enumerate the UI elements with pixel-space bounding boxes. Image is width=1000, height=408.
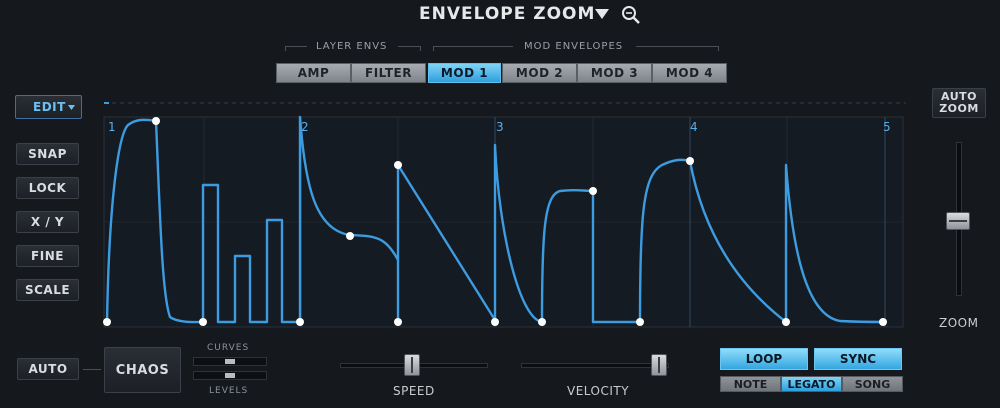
chaos-button[interactable]: CHAOS [104,347,181,393]
curves-slider[interactable] [193,357,267,366]
tab-mod-2[interactable]: MOD 2 [502,63,577,83]
zoom-out-icon[interactable] [621,5,641,25]
lock-button[interactable]: LOCK [16,177,79,199]
tab-mod-3[interactable]: MOD 3 [577,63,652,83]
velocity-slider-thumb[interactable] [651,354,667,376]
group-bracket [636,46,718,47]
group-bracket [285,46,307,47]
marker-3[interactable]: 3 [496,120,504,134]
mode-legato[interactable]: LEGATO [781,376,842,392]
layer-envs-label: LAYER ENVS [316,41,388,52]
speed-slider-thumb[interactable] [404,354,420,376]
auto-zoom-line2: ZOOM [939,102,979,115]
edit-dropdown[interactable]: EDIT [15,95,82,119]
edit-label: EDIT [33,100,66,114]
tab-mod-1[interactable]: MOD 1 [428,63,501,83]
mode-note[interactable]: NOTE [720,376,781,392]
marker-4[interactable]: 4 [690,120,698,134]
page-title: ENVELOPE ZOOM [419,4,596,24]
group-bracket [420,46,421,51]
marker-1[interactable]: 1 [108,120,116,134]
levels-label: LEVELS [209,386,249,396]
zoom-label: ZOOM [939,316,979,330]
velocity-label: VELOCITY [567,384,630,398]
snap-button[interactable]: SNAP [16,143,79,165]
group-bracket [433,46,513,47]
group-bracket [398,46,420,47]
curves-label: CURVES [207,343,250,353]
mod-envelopes-label: MOD ENVELOPES [524,41,624,52]
fine-button[interactable]: FINE [16,245,79,267]
tab-filter[interactable]: FILTER [351,63,426,83]
mode-song[interactable]: SONG [842,376,903,392]
sync-button[interactable]: SYNC [814,348,902,370]
connector-line [83,369,101,370]
chevron-down-icon [68,105,75,110]
auto-zoom-button[interactable]: AUTO ZOOM [932,88,986,118]
scale-button[interactable]: SCALE [16,279,79,301]
loop-button[interactable]: LOOP [720,348,808,370]
envelope-graph[interactable]: 1 2 3 4 5 [100,95,910,335]
dropdown-arrow-icon[interactable] [594,7,610,21]
auto-button[interactable]: AUTO [17,358,79,380]
levels-slider[interactable] [193,371,267,380]
tab-mod-4[interactable]: MOD 4 [652,63,727,83]
marker-5[interactable]: 5 [883,120,891,134]
speed-label: SPEED [393,384,435,398]
tab-amp[interactable]: AMP [276,63,351,83]
zoom-slider-thumb[interactable] [946,212,970,230]
group-bracket [718,46,719,51]
xy-button[interactable]: X / Y [16,211,79,233]
velocity-slider-track[interactable] [521,363,669,368]
